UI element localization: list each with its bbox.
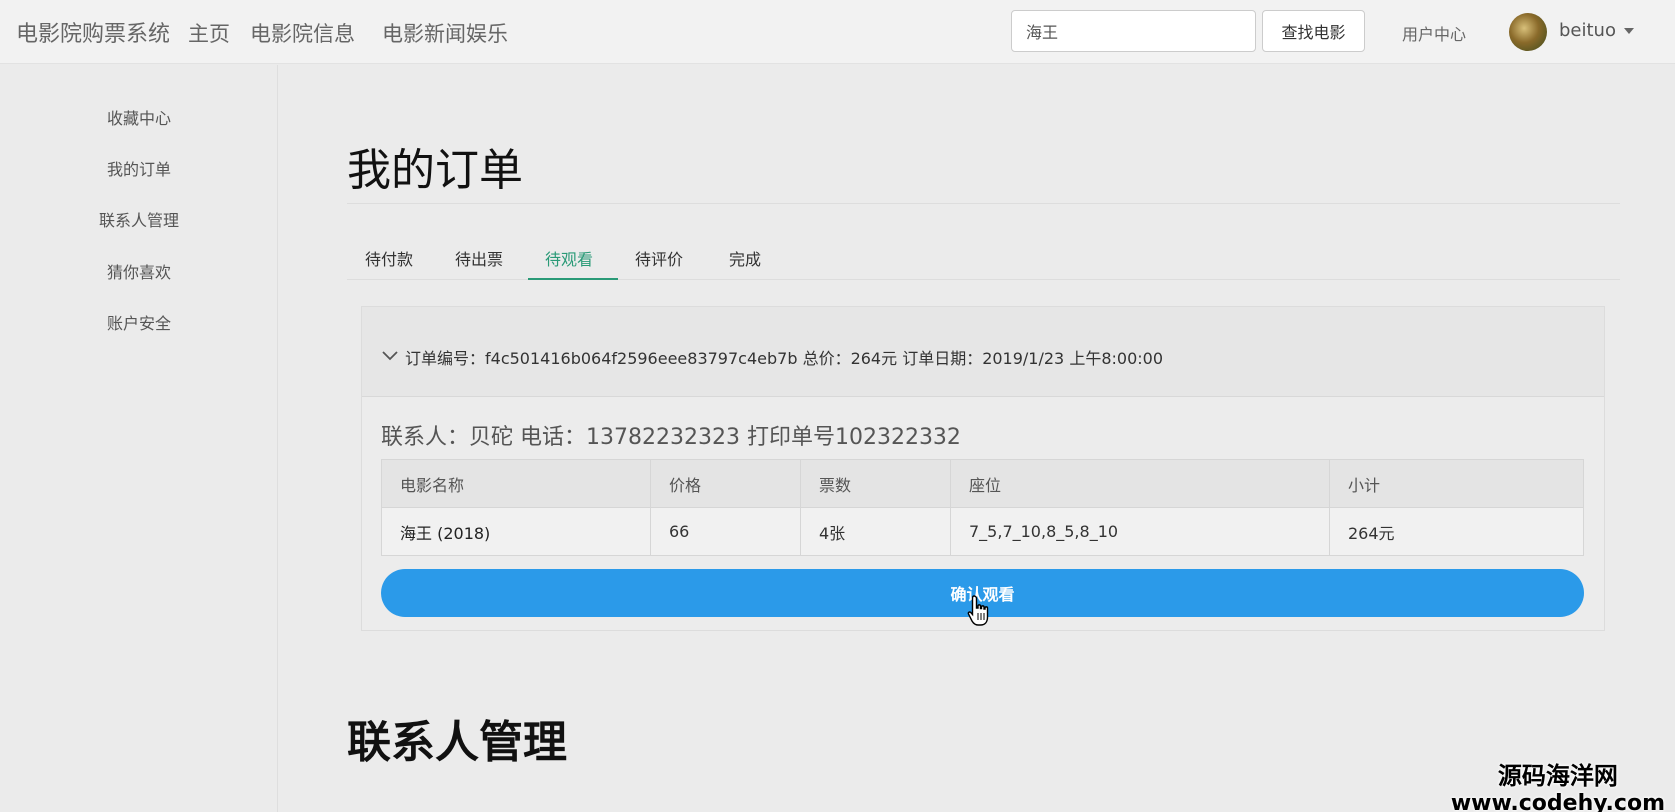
contacts-section-title: 联系人管理	[347, 717, 567, 768]
column-header-subtotal: 小计	[1329, 459, 1584, 508]
column-header-price: 价格	[650, 459, 801, 508]
sidebar-item-my-orders[interactable]: 我的订单	[0, 156, 278, 180]
column-header-tickets: 票数	[800, 459, 951, 508]
tab-pending-payment[interactable]: 待付款	[365, 246, 413, 270]
table-row: 海王 (2018) 66 4张 7_5,7_10,8_5,8_10 264元	[381, 507, 1584, 556]
hand-cursor-icon	[967, 595, 989, 626]
chevron-down-icon	[382, 351, 398, 361]
sidebar-item-favorites[interactable]: 收藏中心	[0, 105, 278, 129]
sidebar: 收藏中心 我的订单 联系人管理 猜你喜欢 账户安全	[0, 65, 278, 812]
cell-movie-name: 海王 (2018)	[381, 507, 651, 556]
site-watermark: 源码海洋网 www.codehy.com	[1451, 756, 1665, 812]
user-menu-toggle[interactable]: beituo	[1559, 20, 1634, 41]
cell-seats: 7_5,7_10,8_5,8_10	[950, 507, 1330, 556]
tab-pending-watch[interactable]: 待观看	[545, 246, 593, 270]
username-label: beituo	[1559, 20, 1616, 41]
cell-price: 66	[650, 507, 801, 556]
column-header-movie: 电影名称	[381, 459, 651, 508]
nav-link-home[interactable]: 主页	[188, 18, 230, 48]
watermark-url: www.codehy.com	[1450, 791, 1665, 812]
title-divider	[347, 203, 1620, 204]
order-summary: 订单编号：f4c501416b064f2596eee83797c4eb7b 总价…	[405, 349, 1163, 368]
page-title: 我的订单	[347, 145, 523, 196]
order-contact-info: 联系人：贝砣 电话：13782232323 打印单号102322332	[381, 425, 961, 450]
sidebar-item-recommendations[interactable]: 猜你喜欢	[0, 259, 278, 283]
sidebar-item-contacts[interactable]: 联系人管理	[0, 207, 278, 231]
order-panel: 订单编号：f4c501416b064f2596eee83797c4eb7b 总价…	[361, 306, 1605, 631]
cell-subtotal: 264元	[1329, 507, 1584, 556]
brand-logo-text[interactable]: 电影院购票系统	[16, 16, 170, 48]
table-header-row: 电影名称 价格 票数 座位 小计	[381, 459, 1584, 508]
avatar[interactable]	[1509, 13, 1547, 51]
top-navbar: 电影院购票系统 主页 电影院信息 电影新闻娱乐 查找电影 用户中心 beituo	[0, 0, 1675, 64]
active-tab-indicator	[528, 278, 618, 280]
tab-completed[interactable]: 完成	[729, 246, 761, 270]
sidebar-item-account-security[interactable]: 账户安全	[0, 310, 278, 334]
order-tabs: 待付款 待出票 待观看 待评价 完成	[347, 230, 1620, 280]
watermark-title: 源码海洋网	[1497, 762, 1618, 790]
order-header[interactable]: 订单编号：f4c501416b064f2596eee83797c4eb7b 总价…	[362, 307, 1604, 397]
tab-pending-review[interactable]: 待评价	[635, 246, 683, 270]
nav-link-movie-news[interactable]: 电影新闻娱乐	[382, 18, 508, 48]
user-center-link[interactable]: 用户中心	[1402, 21, 1466, 45]
order-items-table: 电影名称 价格 票数 座位 小计 海王 (2018) 66 4张 7_5,7_1…	[381, 459, 1584, 556]
search-input[interactable]	[1011, 10, 1256, 52]
cell-ticket-count: 4张	[800, 507, 951, 556]
caret-down-icon	[1623, 28, 1634, 34]
nav-link-cinema-info[interactable]: 电影院信息	[250, 18, 355, 48]
tab-pending-ticket[interactable]: 待出票	[455, 246, 503, 270]
search-button[interactable]: 查找电影	[1262, 10, 1365, 52]
column-header-seats: 座位	[950, 459, 1330, 508]
